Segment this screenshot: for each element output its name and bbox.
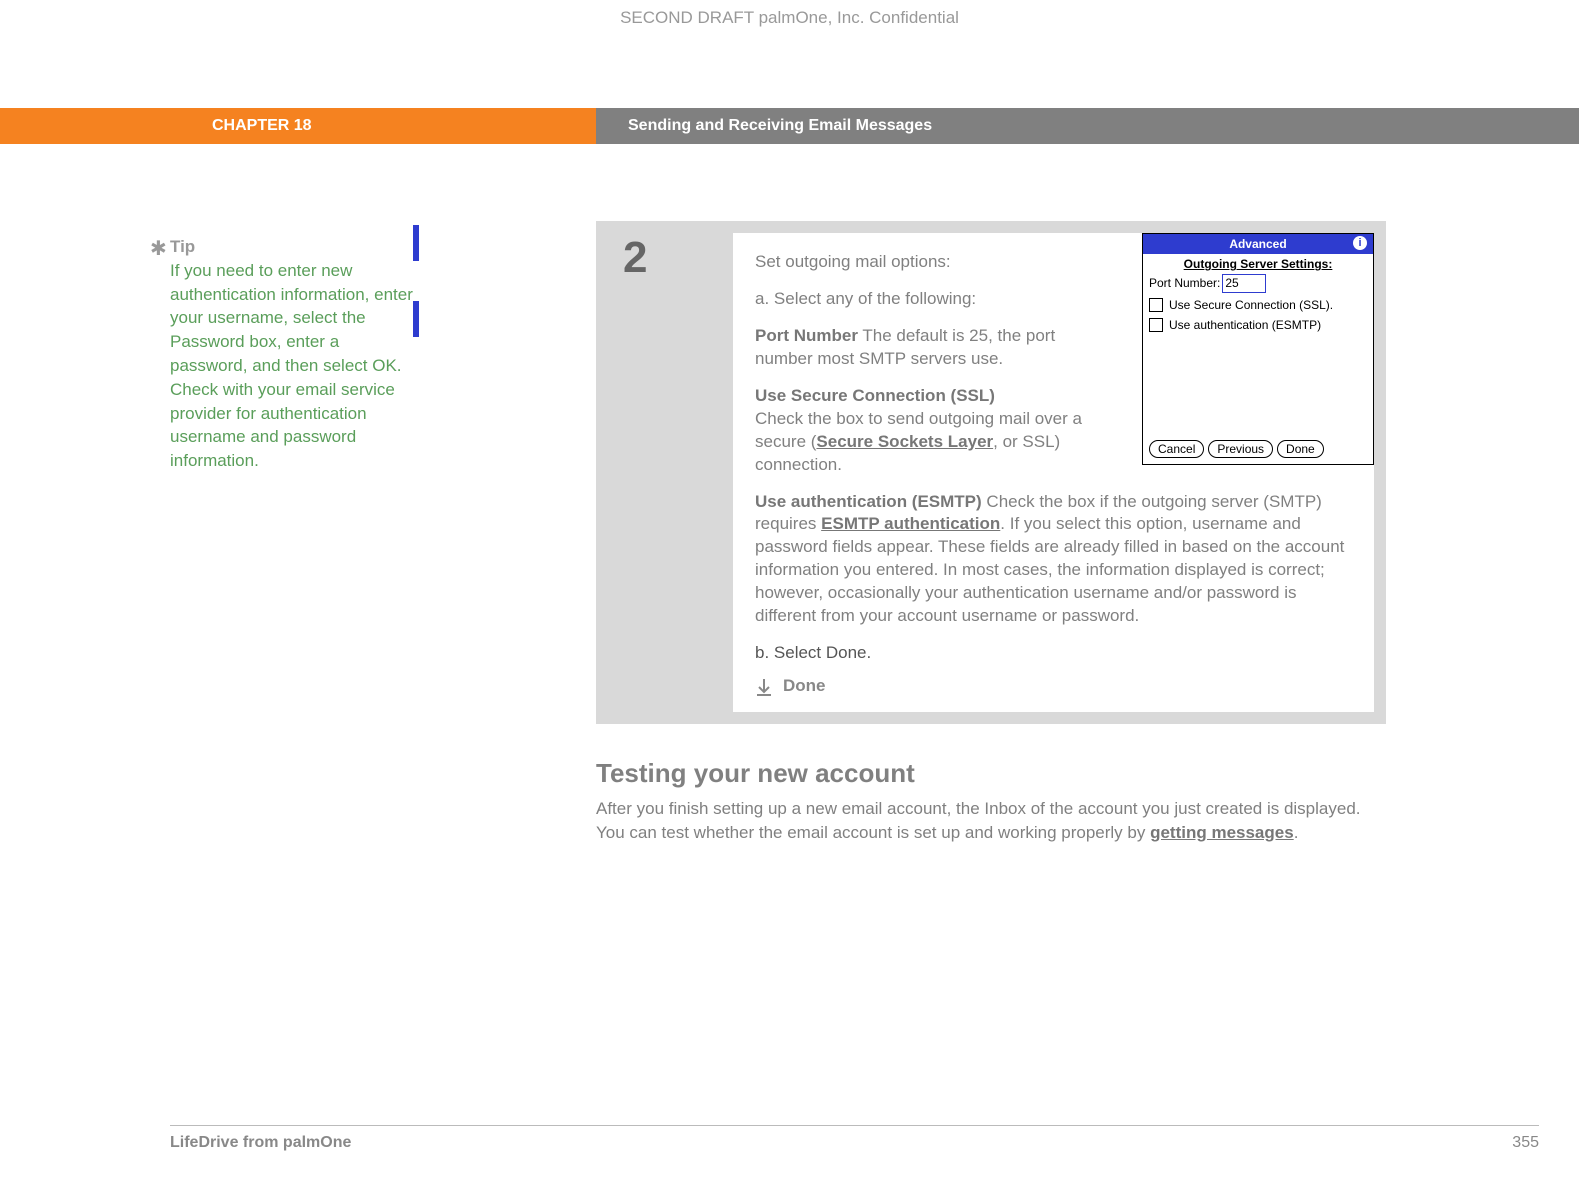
- section-text-b: .: [1294, 823, 1299, 842]
- step-intro: Set outgoing mail options:: [755, 251, 1105, 274]
- palm-title-text: Advanced: [1229, 237, 1286, 251]
- header-bar: CHAPTER 18 Sending and Receiving Email M…: [0, 108, 1579, 144]
- step-number: 2: [608, 233, 733, 712]
- esmtp-checkbox[interactable]: [1149, 318, 1163, 332]
- change-bar-icon: [413, 301, 419, 337]
- tip-body-text: If you need to enter new authentication …: [170, 261, 413, 470]
- footer-product: LifeDrive from palmOne: [170, 1134, 351, 1152]
- done-arrow-icon: [755, 678, 773, 696]
- info-icon: i: [1353, 236, 1367, 250]
- palm-titlebar: Advanced i: [1143, 234, 1373, 254]
- section-heading: Testing your new account: [596, 758, 1386, 789]
- palm-subtitle: Outgoing Server Settings:: [1143, 254, 1373, 272]
- port-number-field[interactable]: 25: [1222, 274, 1266, 292]
- step-body: Advanced i Outgoing Server Settings: Por…: [733, 233, 1374, 712]
- done-button[interactable]: Done: [1277, 440, 1324, 458]
- change-bar-icon: [413, 225, 419, 261]
- section-paragraph: After you finish setting up a new email …: [596, 797, 1386, 845]
- main-column: 2 Advanced i Outgoing Server Settings: P…: [596, 221, 1386, 845]
- cancel-button[interactable]: Cancel: [1149, 440, 1204, 458]
- tip-sidebar: ✱ Tip If you need to enter new authentic…: [170, 235, 440, 473]
- page-footer: LifeDrive from palmOne 355: [170, 1125, 1539, 1152]
- tip-heading: Tip: [170, 237, 195, 256]
- port-number-label: Port Number:: [1149, 275, 1220, 291]
- device-screenshot: Advanced i Outgoing Server Settings: Por…: [1142, 233, 1374, 465]
- esmtp-checkbox-label: Use authentication (ESMTP): [1169, 317, 1321, 333]
- ssl-link[interactable]: Secure Sockets Layer: [816, 432, 993, 451]
- footer-page-number: 355: [1512, 1134, 1539, 1152]
- ssl-checkbox-label: Use Secure Connection (SSL).: [1169, 297, 1333, 313]
- ssl-checkbox[interactable]: [1149, 298, 1163, 312]
- confidential-header: SECOND DRAFT palmOne, Inc. Confidential: [0, 0, 1579, 28]
- step-container: 2 Advanced i Outgoing Server Settings: P…: [596, 221, 1386, 724]
- esmtp-term: Use authentication (ESMTP): [755, 492, 982, 511]
- step-a: a. Select any of the following:: [755, 288, 1105, 311]
- port-term: Port Number: [755, 326, 858, 345]
- previous-button[interactable]: Previous: [1208, 440, 1273, 458]
- chapter-title: Sending and Receiving Email Messages: [596, 108, 1579, 144]
- step-b: b. Select Done.: [755, 642, 1352, 665]
- chapter-label: CHAPTER 18: [0, 108, 596, 144]
- esmtp-link[interactable]: ESMTP authentication: [821, 514, 1000, 533]
- ssl-term: Use Secure Connection (SSL): [755, 386, 995, 405]
- asterisk-icon: ✱: [150, 235, 167, 263]
- getting-messages-link[interactable]: getting messages: [1150, 823, 1294, 842]
- done-label: Done: [783, 675, 826, 698]
